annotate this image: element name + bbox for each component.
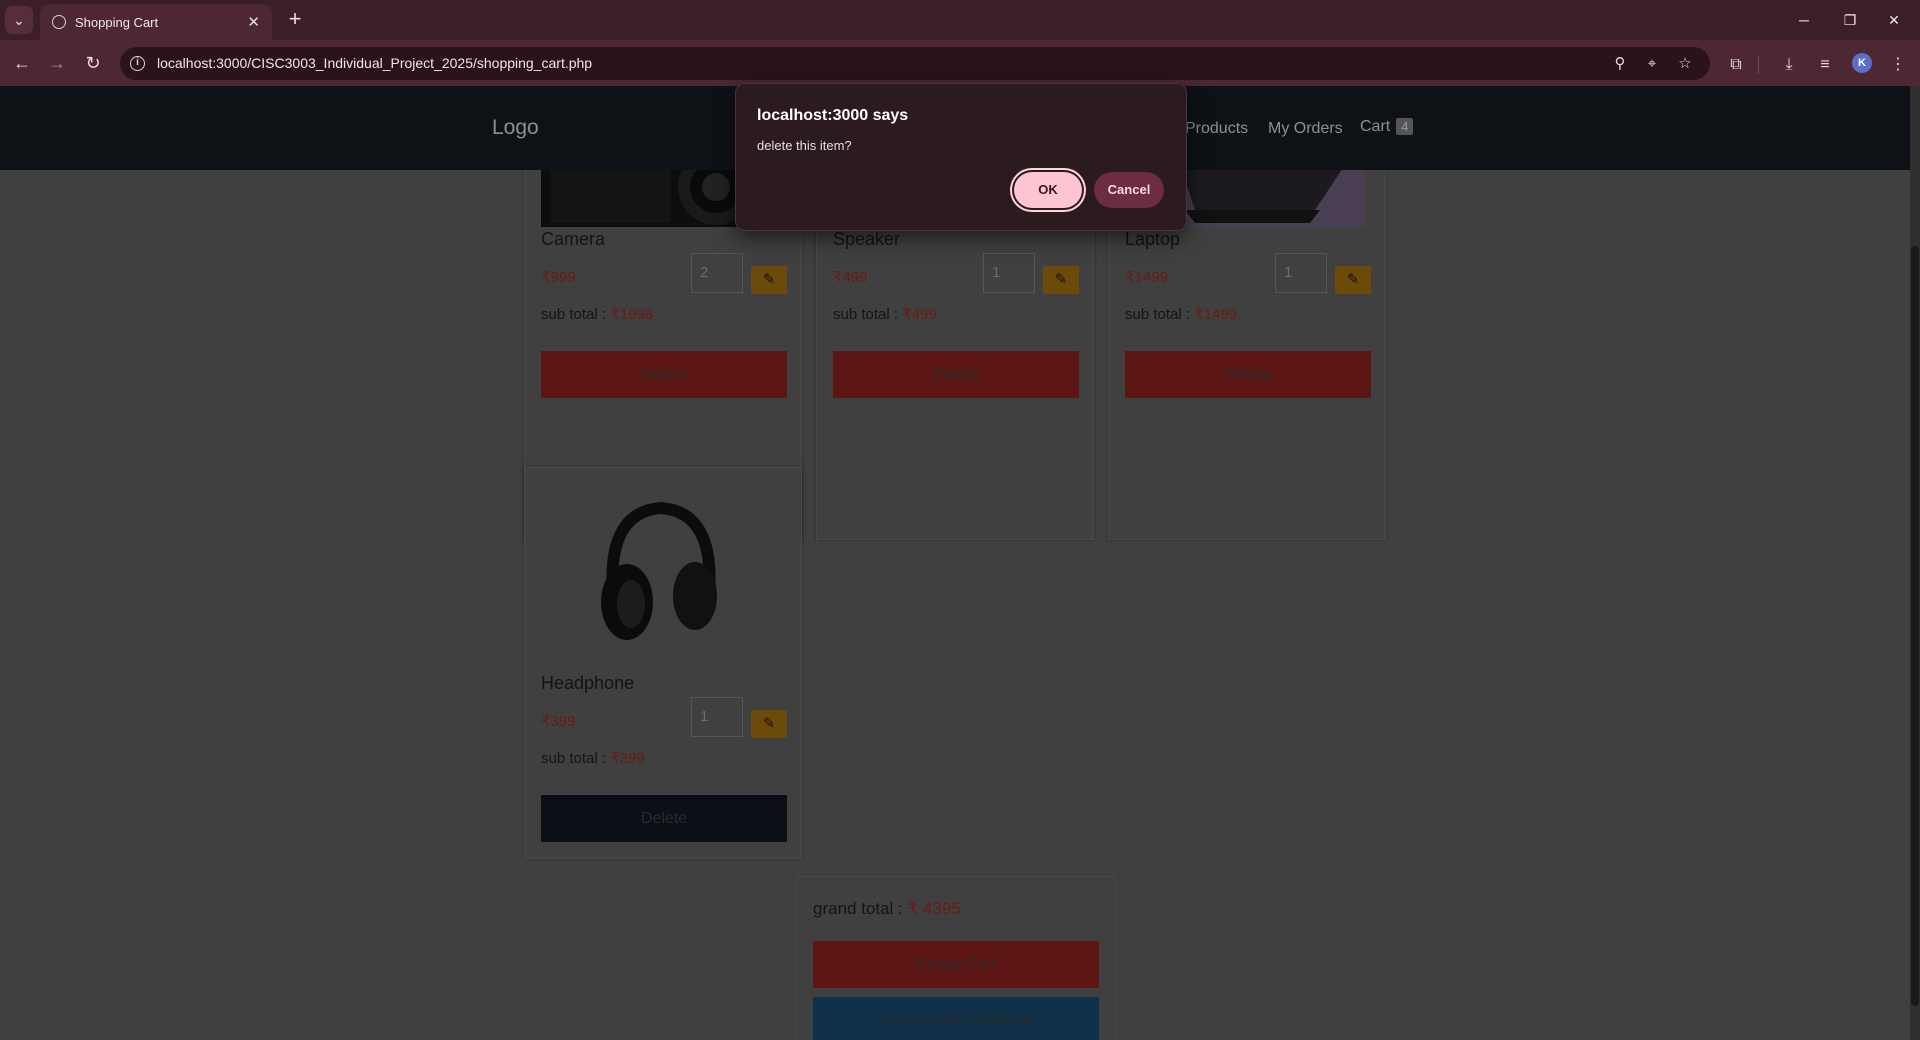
scrollbar-track[interactable] xyxy=(1910,86,1920,1040)
product-price: ₹399 xyxy=(541,713,576,730)
nav-cart-link[interactable]: Cart 4 xyxy=(1360,118,1414,136)
forward-icon[interactable]: → xyxy=(43,49,71,77)
delete-item-button[interactable]: Delete xyxy=(1125,351,1371,398)
product-price: ₹999 xyxy=(541,269,576,286)
update-quantity-button[interactable]: ✎ xyxy=(1043,266,1079,294)
confirm-dialog: localhost:3000 says delete this item? OK… xyxy=(735,83,1187,231)
item-subtotal: sub total : ₹1499 xyxy=(1125,306,1238,323)
menu-kebab-icon[interactable]: ⋮ xyxy=(1888,55,1908,75)
edit-icon: ✎ xyxy=(762,715,776,732)
item-subtotal: sub total : ₹1998 xyxy=(541,306,654,323)
product-name: Headphone xyxy=(541,673,635,693)
quantity-input[interactable]: 1 xyxy=(691,697,743,737)
headphone-illustration xyxy=(601,501,717,640)
new-tab-icon[interactable]: + xyxy=(282,7,308,33)
nav-orders-link[interactable]: My Orders xyxy=(1268,120,1343,138)
dialog-ok-button[interactable]: OK xyxy=(1014,172,1082,208)
cart-summary: grand total : ₹ 4395 Empty Cart Proceed … xyxy=(796,876,1116,1040)
url-text[interactable]: localhost:3000/CISC3003_Individual_Proje… xyxy=(157,55,592,71)
browser-tab[interactable]: Shopping Cart ✕ xyxy=(40,4,272,40)
product-name: Camera xyxy=(541,229,606,249)
delete-item-button[interactable]: Delete xyxy=(541,795,787,842)
cart-count-badge: 4 xyxy=(1396,118,1414,135)
quantity-input[interactable]: 1 xyxy=(983,253,1035,293)
zoom-icon[interactable]: ⚲ xyxy=(1610,54,1630,74)
scrollbar-thumb[interactable] xyxy=(1911,246,1919,1006)
download-icon[interactable]: ⤓ xyxy=(1779,55,1799,75)
media-control-icon[interactable]: ≡ xyxy=(1815,55,1835,75)
delete-item-button[interactable]: Delete xyxy=(541,351,787,398)
tab-close-icon[interactable]: ✕ xyxy=(247,13,260,31)
grand-total: grand total : ₹ 4395 xyxy=(813,899,961,918)
site-info-icon[interactable]: i xyxy=(130,56,145,71)
tab-title: Shopping Cart xyxy=(75,14,159,30)
empty-cart-button[interactable]: Empty Cart xyxy=(813,941,1099,988)
quantity-input[interactable]: 2 xyxy=(691,253,743,293)
location-icon[interactable]: ⌖ xyxy=(1642,54,1662,74)
dialog-message: delete this item? xyxy=(757,138,852,153)
update-quantity-button[interactable]: ✎ xyxy=(751,266,787,294)
tab-search-chevron-icon[interactable]: ⌄ xyxy=(5,6,33,34)
globe-icon xyxy=(52,15,66,29)
item-subtotal: sub total : ₹399 xyxy=(541,750,645,767)
product-price: ₹1499 xyxy=(1125,269,1168,286)
window-close-icon[interactable]: ✕ xyxy=(1868,0,1920,40)
dialog-title: localhost:3000 says xyxy=(757,107,909,124)
cart-item-card: Headphone ₹399 1 ✎ sub total : ₹399 Dele… xyxy=(524,467,802,859)
product-name: Laptop xyxy=(1125,229,1181,249)
headphone-image xyxy=(541,484,781,644)
product-name: Speaker xyxy=(833,229,901,249)
update-quantity-button[interactable]: ✎ xyxy=(1335,266,1371,294)
edit-icon: ✎ xyxy=(1346,271,1360,288)
toolbar-divider xyxy=(1758,56,1759,74)
site-logo[interactable]: Logo xyxy=(492,116,539,140)
extensions-icon[interactable]: ⧉ xyxy=(1726,55,1746,75)
bookmark-star-icon[interactable]: ☆ xyxy=(1675,54,1695,74)
product-price: ₹499 xyxy=(833,269,868,286)
back-icon[interactable]: ← xyxy=(8,49,36,77)
delete-item-button[interactable]: Delete xyxy=(833,351,1079,398)
browser-toolbar: ← → ↻ i localhost:3000/CISC3003_Individu… xyxy=(0,40,1920,86)
edit-icon: ✎ xyxy=(762,271,776,288)
dialog-cancel-button[interactable]: Cancel xyxy=(1094,172,1164,208)
reload-icon[interactable]: ↻ xyxy=(79,49,107,77)
checkout-button[interactable]: Proceed To Checkout xyxy=(813,997,1099,1040)
browser-tab-bar: ⌄ Shopping Cart ✕ + ─ ❐ ✕ xyxy=(0,0,1920,40)
profile-avatar[interactable]: K xyxy=(1852,53,1872,73)
quantity-input[interactable]: 1 xyxy=(1275,253,1327,293)
update-quantity-button[interactable]: ✎ xyxy=(751,710,787,738)
address-bar[interactable]: i localhost:3000/CISC3003_Individual_Pro… xyxy=(120,47,1710,80)
edit-icon: ✎ xyxy=(1054,271,1068,288)
item-subtotal: sub total : ₹499 xyxy=(833,306,937,323)
nav-products-link[interactable]: Products xyxy=(1185,120,1248,138)
